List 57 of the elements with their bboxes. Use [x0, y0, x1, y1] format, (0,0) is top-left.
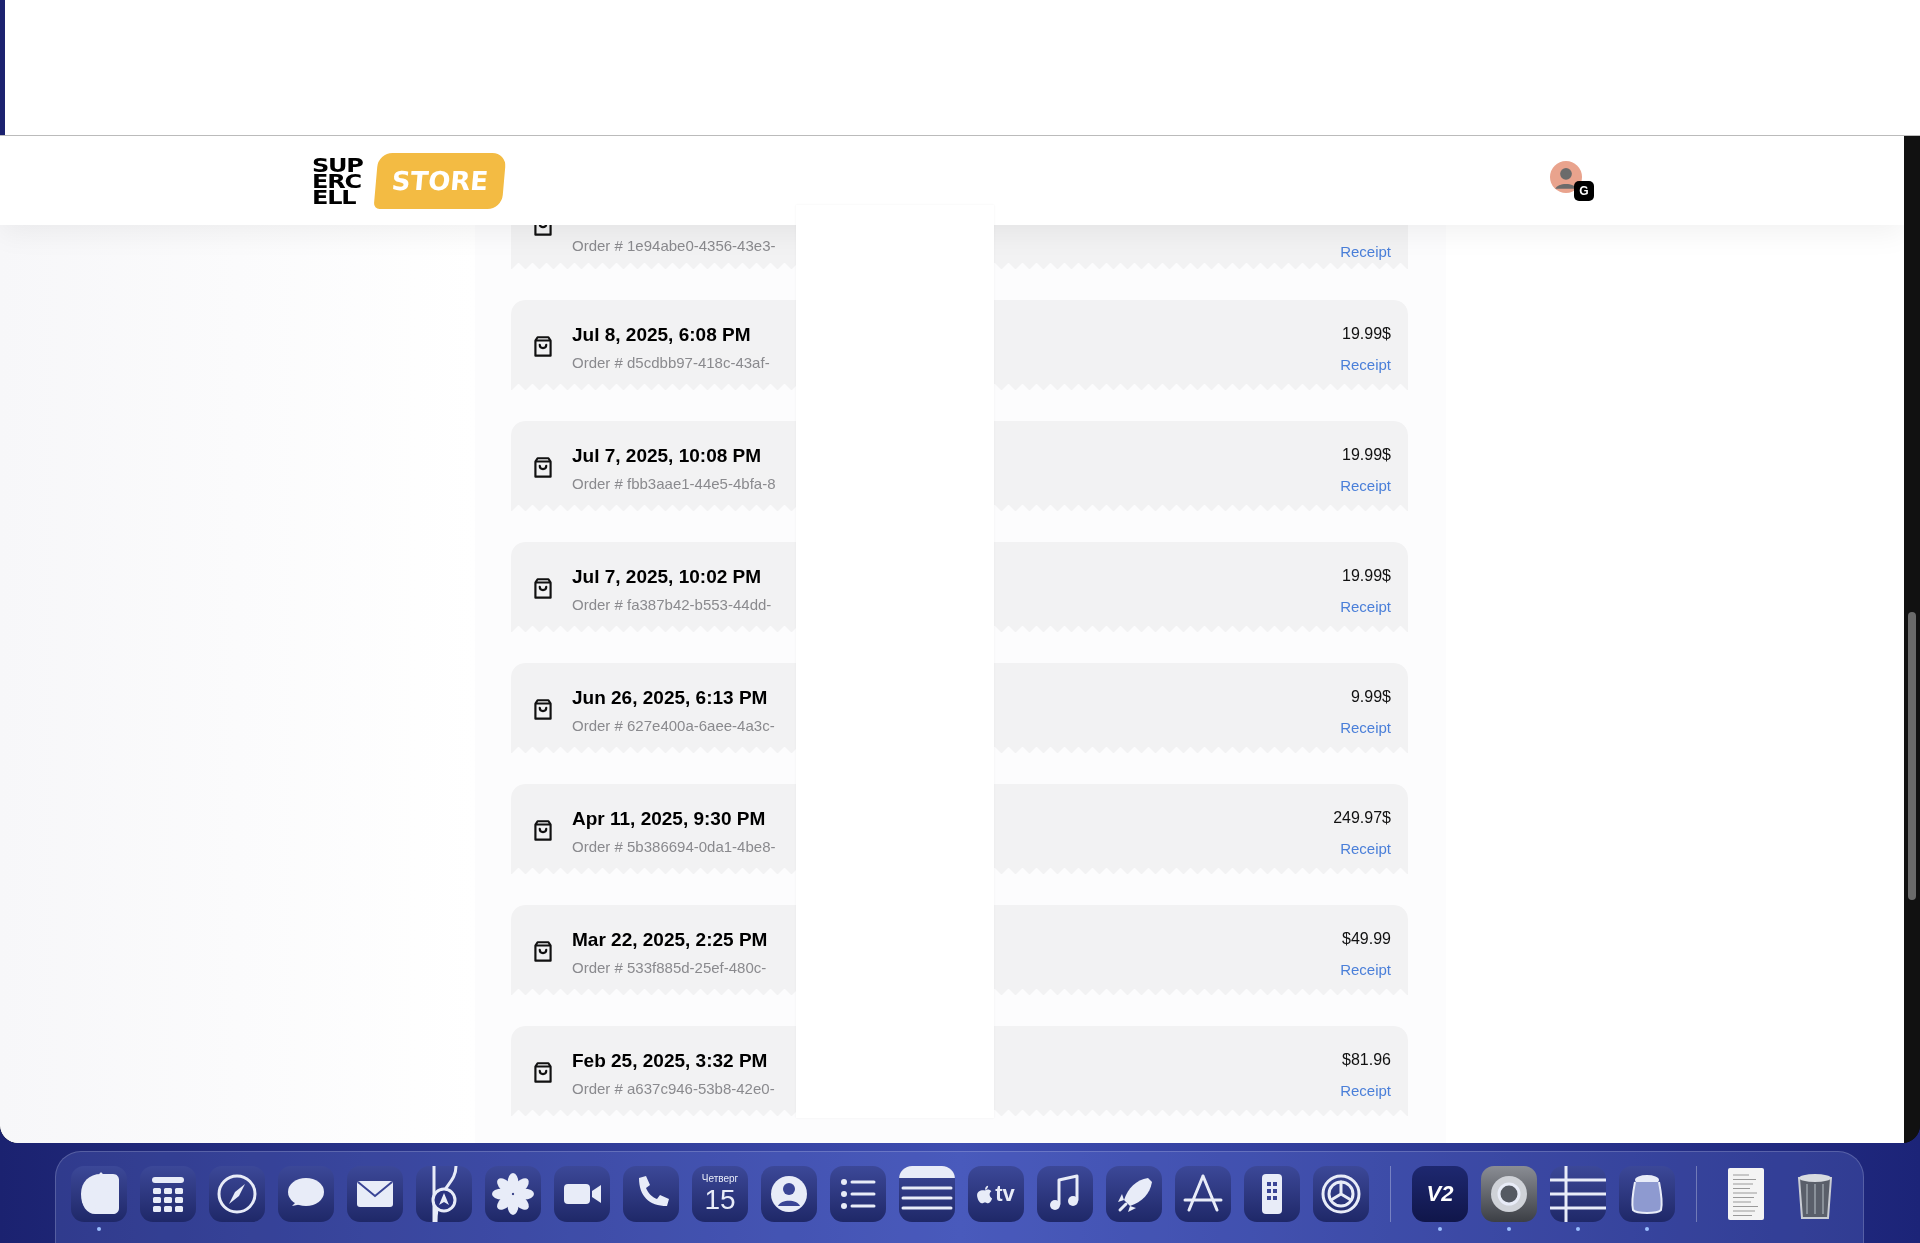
- tv-app-icon[interactable]: tv: [968, 1166, 1024, 1222]
- phone-device-icon[interactable]: [1244, 1166, 1300, 1222]
- order-price: 249.97$: [1333, 808, 1391, 828]
- music-note-icon[interactable]: [1037, 1166, 1093, 1222]
- grid-icon[interactable]: [140, 1166, 196, 1222]
- logo[interactable]: SUP ERC ELL: [312, 156, 363, 205]
- receipt-link[interactable]: Receipt: [1340, 477, 1391, 495]
- rocket-icon[interactable]: [1106, 1166, 1162, 1222]
- account-badge: G: [1574, 180, 1594, 201]
- flower-icon[interactable]: [485, 1166, 541, 1222]
- receipt-link[interactable]: Receipt: [1340, 961, 1391, 979]
- order-date: Jul 7, 2025, 10:02 PM: [572, 566, 763, 588]
- jar-icon[interactable]: [1619, 1166, 1675, 1222]
- a-shape-icon[interactable]: [1175, 1166, 1231, 1222]
- order-number: Order # 5b386694-0da1-4be8-: [572, 838, 776, 856]
- receipt-link[interactable]: Receipt: [1340, 1082, 1391, 1100]
- order-price: $49.99: [1342, 929, 1391, 949]
- order-price: $81.96: [1342, 1050, 1391, 1070]
- receipt-link[interactable]: Receipt: [1340, 356, 1391, 374]
- receipt-link[interactable]: Receipt: [1340, 719, 1391, 737]
- table-grid-icon[interactable]: [1550, 1166, 1606, 1222]
- order-date: Feb 25, 2025, 3:32 PM: [572, 1050, 769, 1072]
- compass-icon[interactable]: [209, 1166, 265, 1222]
- video-camera-icon[interactable]: [554, 1166, 610, 1222]
- receipt-link[interactable]: Receipt: [1340, 840, 1391, 858]
- ring-icon[interactable]: [1481, 1166, 1537, 1222]
- map-icon[interactable]: [416, 1166, 472, 1222]
- order-number: Order # 1e94abe0-4356-43e3-: [572, 237, 776, 255]
- order-date: Jul 7, 2025, 10:08 PM: [572, 445, 763, 467]
- dock-separator: [1390, 1166, 1391, 1222]
- order-price: 19.99$: [1342, 445, 1391, 465]
- receipt-link[interactable]: Receipt: [1340, 598, 1391, 616]
- order-number: Order # fa387b42-b553-44dd-: [572, 596, 772, 614]
- order-date: Apr 11, 2025, 9:30 PM: [572, 808, 767, 830]
- list-icon[interactable]: [830, 1166, 886, 1222]
- dock-separator: [1696, 1166, 1697, 1222]
- envelope-icon[interactable]: [347, 1166, 403, 1222]
- order-number: Order # fbb3aae1-44e5-4bfa-8: [572, 475, 776, 493]
- order-number: Order # 627e400a-6aee-4a3c-: [572, 717, 775, 735]
- order-price: 19.99$: [1342, 324, 1391, 344]
- order-date: Jul 8, 2025, 6:08 PM: [572, 324, 752, 346]
- order-number: Order # a637c946-53b8-42e0-: [572, 1080, 775, 1098]
- scrollbar-thumb[interactable]: [1908, 612, 1916, 900]
- person-icon[interactable]: [761, 1166, 817, 1222]
- scrollbar[interactable]: [1904, 136, 1920, 1143]
- phone-icon[interactable]: [623, 1166, 679, 1222]
- order-number: Order # d5cdbb97-418c-43af-: [572, 354, 770, 372]
- notes-icon[interactable]: [899, 1166, 955, 1222]
- order-price: 9.99$: [1350, 687, 1391, 707]
- order-price: 19.99$: [1342, 566, 1391, 586]
- order-date: Mar 22, 2025, 2:25 PM: [572, 929, 768, 951]
- order-date: Jun 26, 2025, 6:13 PM: [572, 687, 769, 709]
- calendar-icon[interactable]: Четверг 15: [692, 1166, 748, 1222]
- speech-bubble-icon[interactable]: [278, 1166, 334, 1222]
- v2-app-icon[interactable]: V2: [1412, 1166, 1468, 1222]
- order-number: Order # 533f885d-25ef-480c-: [572, 959, 768, 977]
- receipt-link[interactable]: Receipt: [1340, 243, 1391, 261]
